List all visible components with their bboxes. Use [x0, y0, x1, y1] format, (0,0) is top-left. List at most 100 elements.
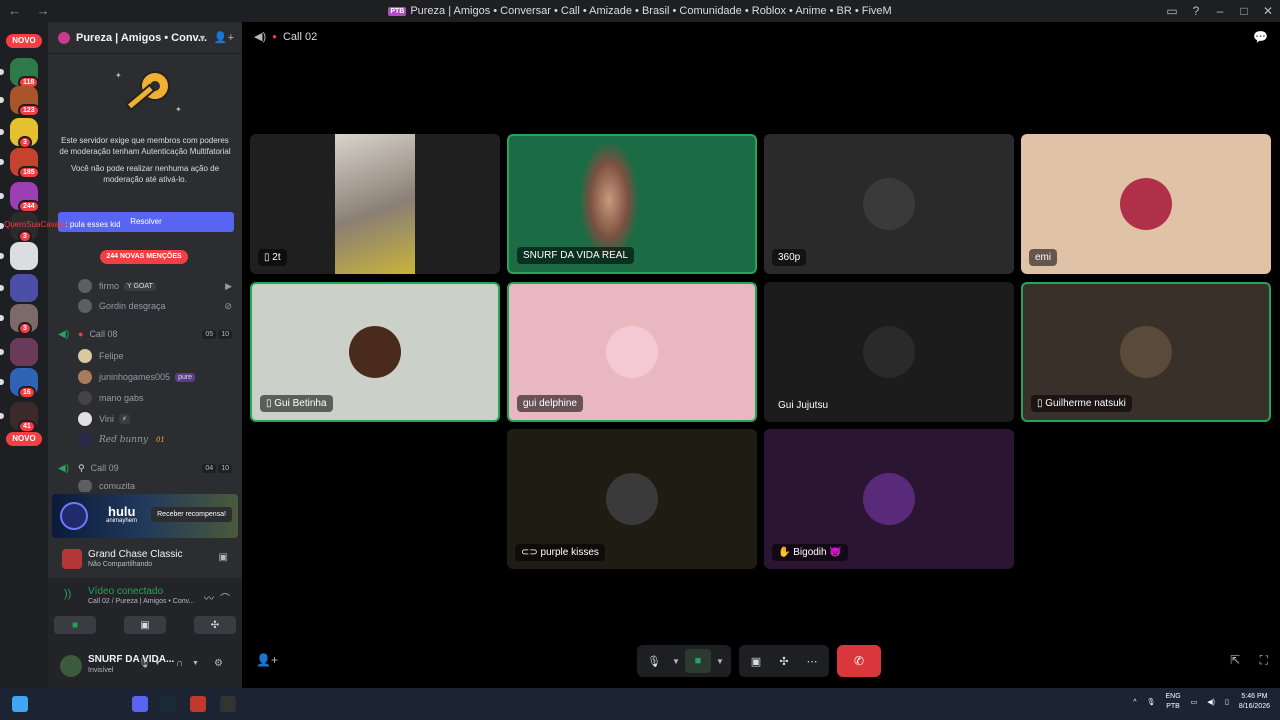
windows-start-icon[interactable] — [12, 696, 28, 712]
more-icon[interactable]: ⋯ — [799, 649, 825, 673]
unread-indicator — [0, 349, 4, 355]
avatar — [349, 326, 401, 378]
popout-icon[interactable]: ⇱ — [1230, 653, 1240, 667]
volume-icon[interactable]: ◀) — [1207, 698, 1215, 706]
user-avatar[interactable] — [60, 655, 82, 677]
member-row[interactable]: Gordin desgraça ⊘ — [48, 296, 242, 316]
activities-button[interactable]: ✣ — [194, 616, 236, 634]
video-tile[interactable]: Gui Jujutsu — [764, 282, 1014, 422]
avatar — [863, 473, 915, 525]
member-name: Felipe — [99, 351, 124, 361]
clock[interactable]: 5:46 PM 8/16/2026 — [1239, 692, 1270, 712]
chevron-up-icon[interactable]: ▼ — [713, 649, 727, 673]
video-tile[interactable]: emi — [1021, 134, 1271, 274]
new-badge[interactable]: NOVO — [6, 34, 42, 48]
chat-icon[interactable]: 💬 — [1253, 30, 1268, 44]
avatar — [78, 391, 92, 405]
activity-panel: Grand Chase Classic Não Compartilhando ▣ — [48, 542, 242, 576]
game-icon — [62, 549, 82, 569]
stream-icon[interactable]: ▣ — [219, 552, 228, 563]
member-row[interactable]: comuzita — [48, 480, 242, 492]
server-name[interactable]: Pureza | Amigos • Conv... — [76, 32, 207, 44]
language-indicator[interactable]: ENG PTB — [1165, 692, 1180, 712]
chevron-down-icon[interactable]: ▼ — [198, 33, 207, 43]
participant-name-text: Guilherme natsuki — [1045, 398, 1126, 409]
video-tile[interactable]: ✋ Bigodih 👿 — [764, 429, 1014, 569]
mic-icon[interactable]: 🎙 — [641, 649, 667, 673]
activities-icon[interactable]: ✣ — [771, 649, 797, 673]
claim-reward-button[interactable]: Receber recompensa! — [151, 507, 232, 522]
chevron-down-icon[interactable]: ▼ — [154, 660, 161, 667]
server-icon[interactable] — [10, 274, 38, 302]
member-tag: ⚡ — [118, 414, 130, 424]
voice-channel-call09[interactable]: ◀) ⚲ Call 09 04 10 — [48, 458, 242, 478]
disconnect-icon[interactable]: ⌒ — [220, 590, 230, 605]
chevron-down-icon[interactable]: ▼ — [192, 660, 199, 667]
window-title-text: Pureza | Amigos • Conversar • Call • Ami… — [410, 5, 892, 17]
participant-name: emi — [1029, 249, 1058, 266]
video-tile[interactable]: ⊂⊃ purple kisses — [507, 429, 757, 569]
gear-icon[interactable]: ⚙ — [214, 658, 223, 669]
discord-taskbar-icon[interactable] — [132, 696, 148, 712]
fullscreen-icon[interactable]: ⛶ — [1260, 653, 1268, 668]
network-icon[interactable]: ▭ — [1191, 698, 1198, 706]
chevron-up-icon[interactable]: ^ — [1133, 699, 1136, 706]
link-icon: ⊂⊃ — [521, 547, 541, 558]
battery-icon[interactable]: ▯ — [1225, 698, 1229, 706]
hulu-logo: hulu — [108, 504, 136, 519]
member-row[interactable]: mano gabs — [48, 388, 242, 408]
member-row[interactable]: juninhogames005 pure — [48, 367, 242, 387]
app-taskbar-icon[interactable] — [190, 696, 206, 712]
avatar — [78, 412, 92, 426]
maximize-button[interactable]: □ — [1232, 0, 1256, 22]
video-feed — [579, 140, 639, 260]
mfa-text-2: Você não pode realizar nenhuma ação de m… — [70, 164, 220, 184]
member-row[interactable]: firmo Y GOAT ▶ — [48, 276, 242, 296]
new-badge[interactable]: NOVO — [6, 432, 42, 446]
server-icon[interactable] — [10, 242, 38, 270]
invite-icon[interactable]: 👤+ — [256, 653, 278, 667]
screen-share-button[interactable]: ▣ — [124, 616, 166, 634]
headphones-icon[interactable]: ∩ — [176, 658, 183, 669]
hangup-button[interactable]: ✆ — [837, 645, 881, 677]
user-name[interactable]: SNURF DA VIDA... — [88, 654, 174, 665]
voice-status[interactable]: Vídeo conectado — [88, 586, 163, 597]
server-icon[interactable] — [10, 338, 38, 366]
avatar — [78, 480, 92, 492]
chrome-taskbar-icon[interactable] — [220, 696, 236, 712]
video-tile[interactable]: gui delphine — [507, 282, 757, 422]
camera-toggle-button[interactable]: ■ — [54, 616, 96, 634]
mic-tray-icon[interactable]: 🎙 — [1147, 698, 1156, 706]
member-name: firmo — [99, 281, 119, 291]
member-row[interactable]: Felipe — [48, 346, 242, 366]
help-icon[interactable]: ? — [1184, 0, 1208, 22]
minimize-button[interactable]: – — [1208, 0, 1232, 22]
inbox-icon[interactable]: ▭ — [1160, 0, 1184, 22]
voice-channel-call08[interactable]: ◀) ● Call 08 05 10 — [48, 324, 242, 344]
mentions-badge[interactable]: 244 NOVAS MENÇÕES — [100, 250, 188, 264]
speaker-icon: ◀) — [58, 328, 70, 340]
member-tag: 01 — [155, 436, 165, 444]
steam-taskbar-icon[interactable] — [160, 696, 176, 712]
mic-icon[interactable]: 🎙 — [138, 658, 151, 669]
member-row[interactable]: Red bunny 01 — [48, 430, 242, 450]
chevron-up-icon[interactable]: ▼ — [669, 649, 683, 673]
call-controls: 🎙 ▼ ■ ▼ ▣ ✣ ⋯ ✆ — [637, 645, 881, 677]
camera-icon[interactable]: ■ — [685, 649, 711, 673]
member-row[interactable]: Vini ⚡ — [48, 409, 242, 429]
voice-channel[interactable]: Call 02 / Pureza | Amigos • Conv... — [88, 598, 194, 605]
video-tile[interactable]: SNURF DA VIDA REAL — [507, 134, 757, 274]
server-header[interactable]: Pureza | Amigos • Conv... ▼ 👤+ — [48, 22, 242, 54]
participant-name: 360p — [772, 249, 807, 266]
video-tile[interactable]: ▯ Gui Betinha — [250, 282, 500, 422]
add-user-icon[interactable]: 👤+ — [214, 31, 234, 44]
video-tile[interactable]: ▯ Guilherme natsuki — [1021, 282, 1271, 422]
unread-indicator — [0, 193, 4, 199]
screen-share-icon[interactable]: ▣ — [743, 649, 769, 673]
close-button[interactable]: ✕ — [1256, 0, 1280, 22]
participant-name: ⊂⊃ purple kisses — [515, 544, 605, 561]
video-tile[interactable]: ▯ 2t — [250, 134, 500, 274]
noise-suppression-icon[interactable]: 〰 — [204, 590, 214, 605]
participant-name-text: gui delphine — [523, 398, 577, 409]
video-tile[interactable]: 360p — [764, 134, 1014, 274]
